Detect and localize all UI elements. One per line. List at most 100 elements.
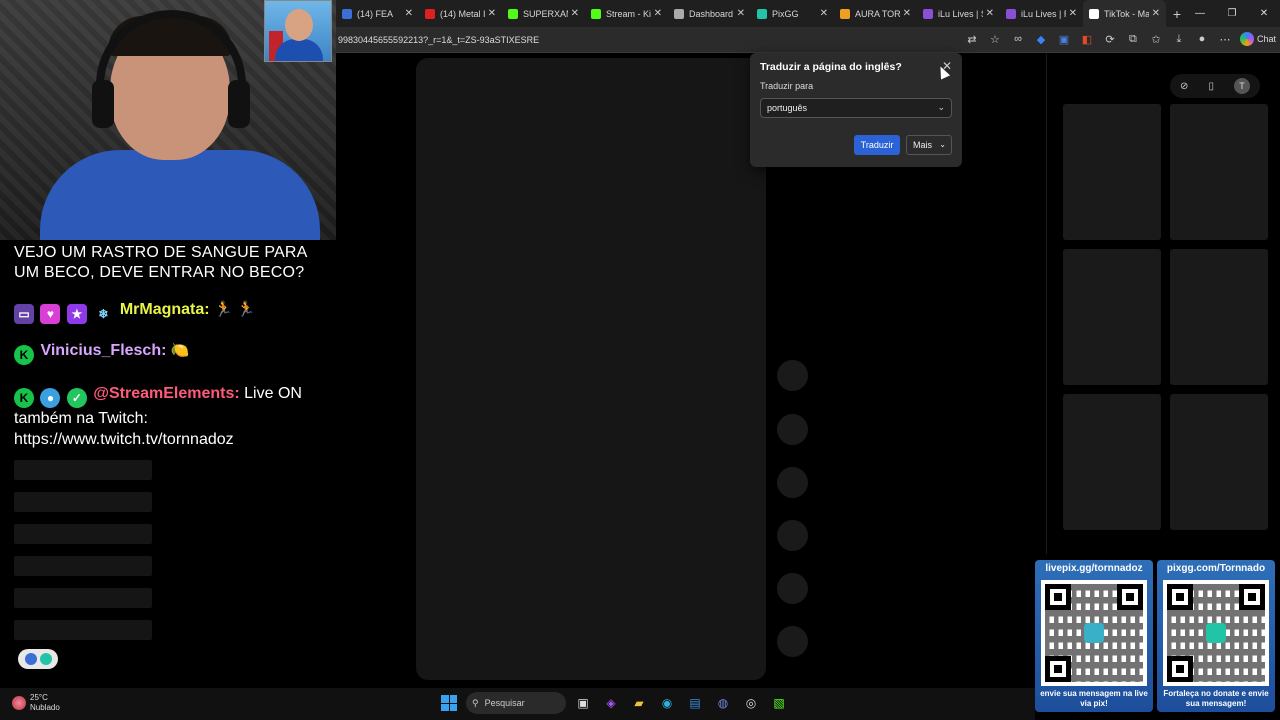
browser-tab[interactable]: SUPERXAND✕ bbox=[502, 0, 585, 27]
action-button[interactable] bbox=[777, 414, 808, 445]
qr-logo-icon bbox=[1084, 623, 1104, 643]
search-icon: ⚲ bbox=[472, 697, 479, 708]
minimize-icon[interactable]: — bbox=[1184, 0, 1216, 27]
close-icon[interactable]: ✕ bbox=[654, 8, 662, 19]
tab-favicon bbox=[923, 8, 933, 19]
more-menu-icon[interactable]: ⋯ bbox=[1217, 31, 1233, 47]
close-icon[interactable]: ✕ bbox=[737, 8, 745, 19]
favorites-icon[interactable]: ✩ bbox=[1148, 31, 1164, 47]
webcam-feed bbox=[0, 0, 336, 240]
chat-placeholder bbox=[14, 620, 152, 640]
verified-badge-icon: ✓ bbox=[66, 388, 87, 408]
language-select[interactable]: português ⌄ bbox=[760, 98, 952, 118]
translator-ext-icon[interactable]: ▣ bbox=[1056, 31, 1072, 47]
browser-tab[interactable]: AURA TORN✕ bbox=[834, 0, 917, 27]
video-thumbnail[interactable] bbox=[1063, 249, 1161, 385]
discord-icon[interactable]: ◍ bbox=[712, 692, 734, 714]
obs-icon[interactable]: ◎ bbox=[740, 692, 762, 714]
task-view-icon[interactable]: ▣ bbox=[572, 692, 594, 714]
video-thumbnail[interactable] bbox=[1170, 104, 1268, 240]
translate-icon[interactable]: ⇄ bbox=[964, 31, 980, 47]
video-thumbnail[interactable] bbox=[1170, 394, 1268, 530]
file-explorer-icon[interactable]: ▰ bbox=[628, 692, 650, 714]
browser-tab[interactable]: Stream - Kic ✕ bbox=[585, 0, 668, 27]
bot-badge-icon: ● bbox=[40, 388, 61, 408]
chat-placeholder bbox=[14, 460, 152, 480]
tab-favicon bbox=[1089, 8, 1099, 19]
taskbar-search[interactable]: ⚲ Pesquisar bbox=[466, 692, 566, 714]
browser-tab[interactable]: (14) Metal In✕ bbox=[419, 0, 502, 27]
browser-tab-active[interactable]: TikTok - Mak✕ bbox=[1083, 0, 1166, 27]
video-player[interactable] bbox=[416, 58, 766, 680]
action-button[interactable] bbox=[777, 467, 808, 498]
kick-icon: K bbox=[14, 345, 34, 365]
chat-placeholder bbox=[14, 588, 152, 608]
translate-popup: Traduzir a página do inglês? ✕ Traduzir … bbox=[750, 53, 962, 167]
close-icon[interactable]: ✕ bbox=[820, 8, 828, 19]
user-avatar[interactable]: T bbox=[1233, 78, 1250, 94]
store-icon[interactable]: ▤ bbox=[684, 692, 706, 714]
tab-favicon bbox=[508, 8, 518, 19]
chat-username: MrMagnata: bbox=[119, 301, 210, 318]
video-thumbnail[interactable] bbox=[1063, 104, 1161, 240]
browser-tab[interactable]: Dashboard - ✕ bbox=[668, 0, 751, 27]
overlay-widget bbox=[18, 649, 58, 669]
weather-widget[interactable]: 25°C Nublado bbox=[12, 693, 60, 713]
weather-icon bbox=[12, 696, 26, 710]
action-button[interactable] bbox=[777, 360, 808, 391]
puzzle-icon[interactable]: ⟳ bbox=[1102, 31, 1118, 47]
restore-icon[interactable]: ❐ bbox=[1216, 0, 1248, 27]
close-icon[interactable]: ✕ bbox=[488, 8, 496, 19]
shield-icon[interactable]: ◆ bbox=[1033, 31, 1049, 47]
tab-favicon bbox=[757, 8, 767, 19]
close-icon[interactable]: ✕ bbox=[405, 8, 413, 19]
tab-favicon bbox=[674, 8, 684, 19]
screen: VEJO UM RASTRO DE SANGUE PARA UM BECO, D… bbox=[0, 0, 1280, 720]
action-button[interactable] bbox=[777, 520, 808, 551]
chat-message: K Vinicius_Flesch: 🍋 bbox=[14, 340, 190, 365]
close-icon[interactable]: ✕ bbox=[903, 8, 911, 19]
split-screen-icon[interactable]: ⧉ bbox=[1125, 31, 1141, 47]
favorite-star-icon[interactable]: ☆ bbox=[987, 31, 1003, 47]
windows-start-icon[interactable] bbox=[438, 692, 460, 714]
action-button[interactable] bbox=[777, 573, 808, 604]
browser-tab[interactable]: iLu Lives | Ra✕ bbox=[1000, 0, 1083, 27]
download-icon[interactable]: ⤓ bbox=[1171, 31, 1187, 47]
profile-avatar-icon[interactable]: ● bbox=[1194, 31, 1210, 47]
video-thumbnail[interactable] bbox=[1063, 394, 1161, 530]
close-icon[interactable]: ✕ bbox=[571, 8, 579, 19]
chat-username: @StreamElements: bbox=[93, 385, 240, 402]
url-text[interactable]: 99830445655592213?_r=1&_t=ZS-93aSTIXESRE bbox=[336, 35, 539, 45]
close-icon[interactable]: ✕ bbox=[986, 8, 994, 19]
translate-button[interactable]: Traduzir bbox=[854, 135, 900, 155]
chat-message: K ● ✓ @StreamElements: Live ON também na… bbox=[14, 383, 334, 450]
extension-icon[interactable]: ∞ bbox=[1010, 31, 1026, 47]
browser-tab[interactable]: (14) FEA ✕ bbox=[336, 0, 419, 27]
more-button[interactable]: Mais ⌄ bbox=[906, 135, 952, 155]
twitch-icon: ▭ bbox=[14, 304, 34, 324]
close-window-icon[interactable]: ✕ bbox=[1248, 0, 1280, 27]
browser-tab[interactable]: iLu Lives | Sc✕ bbox=[917, 0, 1000, 27]
taskbar-apps: ⚲ Pesquisar ▣ ◈ ▰ ◉ ▤ ◍ ◎ ▧ bbox=[438, 692, 790, 714]
app-icon[interactable]: ▧ bbox=[768, 692, 790, 714]
chat-username: Vinicius_Flesch: bbox=[40, 342, 167, 359]
chat-placeholder bbox=[14, 524, 152, 544]
divider bbox=[1046, 54, 1047, 554]
chat-placeholder bbox=[14, 492, 152, 512]
copilot-app-icon[interactable]: ◈ bbox=[600, 692, 622, 714]
office-icon[interactable]: ◧ bbox=[1079, 31, 1095, 47]
action-button[interactable] bbox=[777, 626, 808, 657]
qr-logo-icon bbox=[1206, 623, 1226, 643]
compass-icon[interactable]: ⊘ bbox=[1180, 81, 1188, 92]
tab-favicon bbox=[840, 8, 850, 19]
close-icon[interactable]: ✕ bbox=[1152, 8, 1160, 19]
close-icon[interactable]: ✕ bbox=[1069, 8, 1077, 19]
edge-browser-icon[interactable]: ◉ bbox=[656, 692, 678, 714]
address-bar[interactable]: 99830445655592213?_r=1&_t=ZS-93aSTIXESRE… bbox=[336, 27, 1280, 53]
chevron-down-icon: ⌄ bbox=[937, 102, 945, 112]
browser-tab[interactable]: PixGG ✕ bbox=[751, 0, 834, 27]
phone-icon[interactable]: ▯ bbox=[1208, 81, 1214, 92]
copilot-chat-button[interactable]: Chat bbox=[1239, 32, 1276, 46]
copilot-icon bbox=[1239, 32, 1254, 46]
video-thumbnail[interactable] bbox=[1170, 249, 1268, 385]
